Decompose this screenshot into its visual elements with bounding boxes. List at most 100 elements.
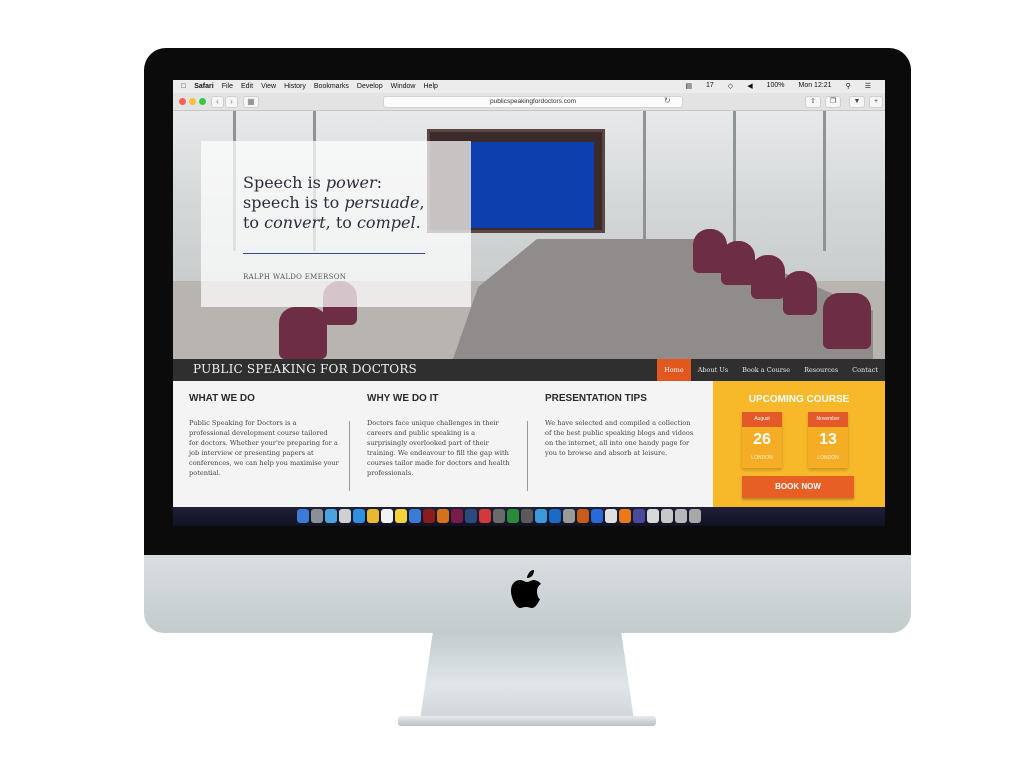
itunes-icon[interactable] [479, 509, 491, 523]
menu-develop[interactable]: Develop [357, 83, 383, 90]
mail-icon[interactable] [339, 509, 351, 523]
quote-text: , to [325, 213, 357, 232]
sidebar-toggle-icon[interactable]: ▦ [243, 96, 259, 108]
course-date-card[interactable]: August 26 LONDON [742, 412, 782, 468]
app-store-icon[interactable] [325, 509, 337, 523]
nav-book-a-course[interactable]: Book a Course [735, 359, 797, 381]
section-heading: WHAT WE DO [189, 393, 255, 404]
zoom-window-icon[interactable] [199, 98, 206, 105]
app-icon[interactable] [507, 509, 519, 523]
quote-text: , [419, 193, 425, 212]
menu-edit[interactable]: Edit [241, 83, 253, 90]
chair [279, 307, 327, 359]
course-date-card[interactable]: November 13 LONDON [808, 412, 848, 468]
safari-icon[interactable] [353, 509, 365, 523]
quote-text: : [376, 173, 382, 192]
adobe-status-icon[interactable]: ▤ [685, 82, 692, 90]
github-icon[interactable] [605, 509, 617, 523]
course-day: 26 [753, 431, 771, 448]
document-icon[interactable] [661, 509, 673, 523]
share-icon[interactable]: ⇧ [805, 96, 821, 108]
safari-toolbar: ‹ › ▦ publicspeakingfordoctors.com ↻ ⇧ ❐… [173, 93, 885, 111]
section-heading: PRESENTATION TIPS [545, 393, 647, 404]
indesign-icon[interactable] [451, 509, 463, 523]
nav-contact[interactable]: Contact [845, 359, 885, 381]
upcoming-course-panel: UPCOMING COURSE August 26 LONDON Novembe… [713, 381, 885, 507]
document-icon[interactable] [647, 509, 659, 523]
menu-history[interactable]: History [284, 83, 306, 90]
reload-icon[interactable]: ↻ [664, 96, 671, 105]
course-city: LONDON [817, 455, 839, 461]
app-icon[interactable] [577, 509, 589, 523]
folder-icon[interactable] [675, 509, 687, 523]
chair [783, 271, 817, 315]
quote-author: RALPH WALDO EMERSON [243, 273, 347, 281]
app-icon[interactable] [591, 509, 603, 523]
downloads-icon[interactable]: ▼ [849, 96, 865, 108]
minimize-window-icon[interactable] [189, 98, 196, 105]
notes-icon[interactable] [381, 509, 393, 523]
app-icon[interactable] [521, 509, 533, 523]
presentation-tips-column[interactable]: PRESENTATION TIPS We have selected and c… [545, 393, 695, 458]
app-icon[interactable] [563, 509, 575, 523]
finder-icon[interactable] [297, 509, 309, 523]
back-button[interactable]: ‹ [211, 96, 224, 108]
section-body: Public Speaking for Doctors is a profess… [189, 419, 339, 477]
quote-emphasis: power [325, 173, 377, 192]
quote-text: to [243, 213, 265, 232]
chair [721, 241, 755, 285]
screen:  Safari File Edit View History Bookmark… [173, 80, 885, 526]
menu-safari[interactable]: Safari [194, 83, 213, 90]
new-tab-button[interactable]: + [869, 96, 883, 108]
wifi-icon[interactable]: ◇ [728, 82, 733, 90]
menu-file[interactable]: File [222, 83, 233, 90]
clock[interactable]: Mon 12:21 [798, 82, 831, 90]
stickies-icon[interactable] [395, 509, 407, 523]
chair [823, 293, 871, 349]
tabs-overview-icon[interactable]: ❐ [825, 96, 841, 108]
notification-center-icon[interactable]: ☰ [865, 82, 871, 90]
lightroom-icon[interactable] [465, 509, 477, 523]
chrome-icon[interactable] [367, 509, 379, 523]
launchpad-icon[interactable] [311, 509, 323, 523]
window-frame [643, 111, 646, 251]
site-brand[interactable]: PUBLIC SPEAKING FOR DOCTORS [193, 362, 417, 376]
vlc-icon[interactable] [619, 509, 631, 523]
spotlight-icon[interactable]: ⚲ [846, 82, 851, 90]
window-frame [733, 111, 736, 251]
apple-logo-icon [511, 570, 541, 608]
course-city: LONDON [751, 455, 773, 461]
url-bar[interactable]: publicspeakingfordoctors.com [383, 96, 683, 108]
forward-button[interactable]: › [225, 96, 238, 108]
app-icon[interactable] [549, 509, 561, 523]
course-month: August [742, 412, 782, 427]
mac-dock [173, 507, 885, 526]
nav-about-us[interactable]: About Us [691, 359, 735, 381]
apple-menu-icon[interactable]:  [181, 83, 186, 90]
mac-menubar:  Safari File Edit View History Bookmark… [173, 80, 885, 93]
menu-help[interactable]: Help [424, 83, 438, 90]
nav-home[interactable]: Home [657, 359, 691, 381]
nav-resources[interactable]: Resources [797, 359, 845, 381]
hero-banner: Speech is power: speech is to persuade, … [173, 111, 885, 359]
section-heading: WHY WE DO IT [367, 393, 439, 404]
notification-count[interactable]: 17 [706, 82, 714, 90]
menu-bookmarks[interactable]: Bookmarks [314, 83, 349, 90]
app-icon[interactable] [423, 509, 435, 523]
app-icon[interactable] [493, 509, 505, 523]
trash-icon[interactable] [689, 509, 701, 523]
photoshop-icon[interactable] [409, 509, 421, 523]
column-divider [527, 421, 528, 491]
close-window-icon[interactable] [179, 98, 186, 105]
section-body: We have selected and compiled a collecti… [545, 419, 694, 457]
menu-window[interactable]: Window [391, 83, 416, 90]
book-now-button[interactable]: BOOK NOW [742, 476, 854, 498]
menu-view[interactable]: View [261, 83, 276, 90]
illustrator-icon[interactable] [437, 509, 449, 523]
site-navbar: PUBLIC SPEAKING FOR DOCTORS Home About U… [173, 359, 885, 381]
volume-icon[interactable]: ◀ [747, 82, 752, 90]
battery-percent[interactable]: 100% [767, 82, 785, 90]
what-we-do-column: WHAT WE DO Public Speaking for Doctors i… [189, 393, 339, 478]
app-icon[interactable] [633, 509, 645, 523]
skype-icon[interactable] [535, 509, 547, 523]
